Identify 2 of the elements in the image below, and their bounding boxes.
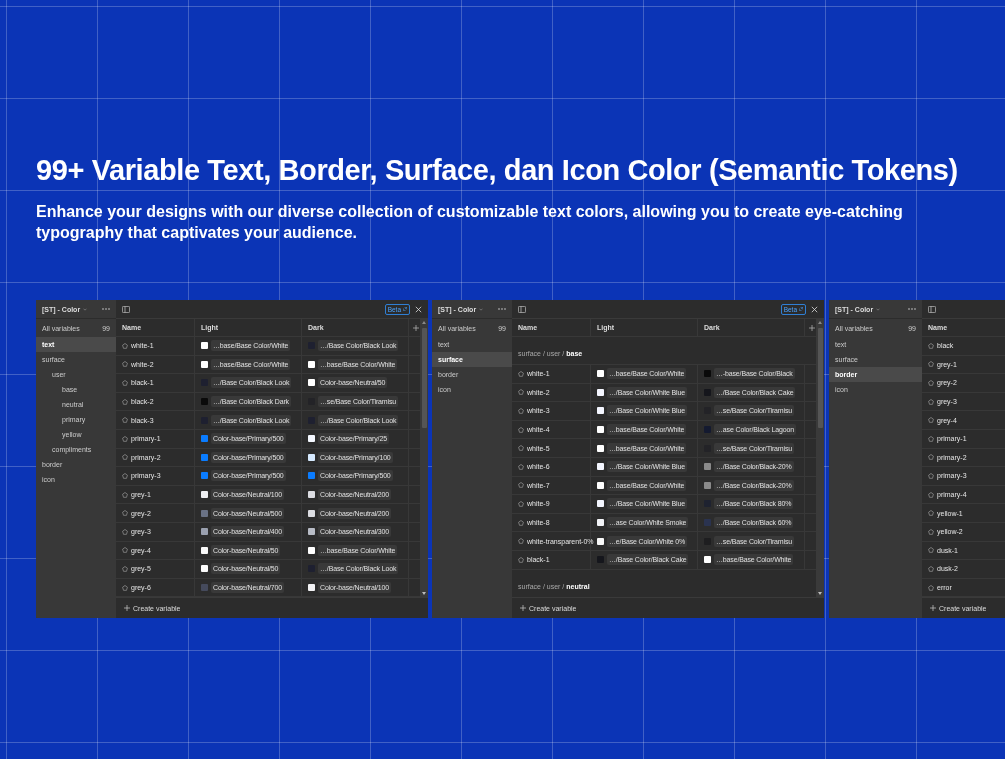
page-heading: 99+ Variable Text, Border, Surface, dan Icon Color (Semantic Tokens) — [36, 154, 958, 187]
page-description: Enhance your designs with our diverse collection of customizable text colors, allowing you to create eye-catching typography that captivates your audience. — [36, 202, 904, 243]
